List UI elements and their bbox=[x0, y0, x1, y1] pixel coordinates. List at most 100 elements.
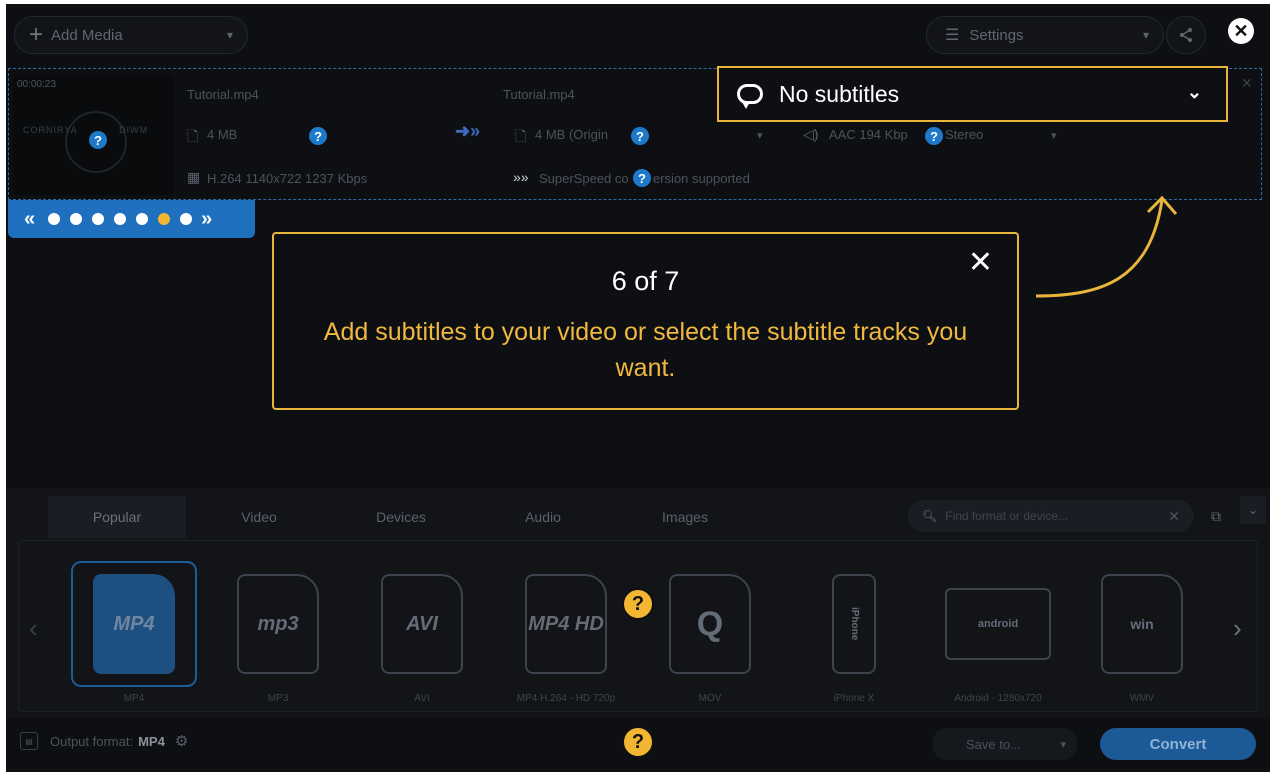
help-icon[interactable]: ? bbox=[622, 588, 654, 620]
chevron-down-icon: ▾ bbox=[1060, 738, 1066, 751]
step-dot[interactable] bbox=[180, 213, 193, 225]
settings-button[interactable]: ☰ Settings ▾ bbox=[926, 16, 1164, 54]
step-dot[interactable] bbox=[114, 213, 127, 225]
format-label-mp4: MP4 bbox=[123, 693, 145, 704]
share-button[interactable] bbox=[1166, 16, 1206, 54]
speech-bubble-icon bbox=[737, 84, 763, 109]
mp4-icon: MP4 bbox=[93, 574, 175, 674]
tour-message: Add subtitles to your video or select th… bbox=[323, 318, 968, 382]
scroll-left-icon[interactable]: ‹ bbox=[29, 613, 38, 644]
format-label-mp3: MP3 bbox=[267, 693, 289, 704]
next-step-icon[interactable]: » bbox=[201, 208, 212, 231]
format-avi[interactable]: AVI bbox=[359, 561, 485, 687]
chevron-down-icon[interactable]: ▾ bbox=[1051, 129, 1057, 142]
duration-label: 00:00:23 bbox=[17, 79, 56, 90]
format-grid: ‹ MP4 MP4 mp3 MP3 AVI AVI MP4 HD MP4 H.2… bbox=[18, 540, 1258, 712]
device-detect-icon[interactable]: ⧉ bbox=[1202, 500, 1230, 532]
pointer-arrow-icon bbox=[1035, 195, 1178, 298]
format-android[interactable]: android bbox=[935, 561, 1061, 687]
format-label-iphone: iPhone X bbox=[833, 693, 875, 704]
save-to-label: Save to... bbox=[966, 736, 1021, 752]
convert-button[interactable]: Convert bbox=[1100, 728, 1256, 760]
close-icon[interactable]: ✕ bbox=[968, 248, 993, 278]
help-icon[interactable]: ? bbox=[309, 127, 327, 145]
subtitles-dropdown[interactable]: No subtitles ⌄ bbox=[717, 66, 1228, 122]
share-icon bbox=[1180, 28, 1192, 42]
help-icon[interactable]: ? bbox=[622, 726, 654, 758]
menu-icon: ☰ bbox=[945, 27, 960, 44]
output-size[interactable]: 4 MB (Origin bbox=[535, 127, 608, 142]
step-dot[interactable] bbox=[92, 213, 105, 225]
format-mp4[interactable]: MP4 bbox=[71, 561, 197, 687]
tab-popular[interactable]: Popular bbox=[48, 496, 186, 538]
file-icon: 🗋 bbox=[187, 128, 199, 144]
format-wmv[interactable]: win bbox=[1079, 561, 1205, 687]
clear-search-icon[interactable]: ✕ bbox=[1168, 508, 1180, 525]
tab-devices[interactable]: Devices bbox=[332, 496, 470, 538]
bottom-bar: ▤ Output format: MP4 ⚙ ? Save to... ▾ Co… bbox=[6, 720, 1270, 772]
mp4-hd-icon: MP4 HD bbox=[525, 574, 607, 674]
step-dot[interactable] bbox=[136, 213, 149, 225]
format-search-input[interactable]: 🔍︎ Find format or device... ✕ bbox=[908, 500, 1194, 532]
video-codec-icon: ▦ bbox=[187, 169, 201, 185]
help-icon[interactable]: ? bbox=[633, 169, 651, 187]
chevron-down-icon: ▾ bbox=[1142, 28, 1149, 42]
tab-audio[interactable]: Audio bbox=[474, 496, 612, 538]
collapse-panel-icon[interactable]: ⌄ bbox=[1240, 496, 1266, 524]
file-icon: 🗋 bbox=[515, 128, 527, 144]
previous-step-icon[interactable]: « bbox=[24, 208, 35, 231]
add-media-label: Add Media bbox=[51, 26, 123, 44]
help-icon[interactable]: ? bbox=[631, 127, 649, 145]
source-codec: H.264 1140x722 1237 Kbps bbox=[207, 171, 368, 186]
iphone-icon: iPhone bbox=[832, 574, 876, 674]
remove-file-icon[interactable]: ✕ bbox=[1241, 75, 1253, 92]
quicktime-icon: Q bbox=[669, 574, 751, 674]
step-dot[interactable] bbox=[70, 213, 83, 225]
format-iphone[interactable]: iPhone bbox=[791, 561, 917, 687]
format-mp4-hd[interactable]: MP4 HD bbox=[503, 561, 629, 687]
app-window: + Add Media ▾ ☰ Settings ▾ ✕ 00:00:23 CO… bbox=[6, 4, 1270, 772]
format-panel: Popular Video Devices Audio Images 🔍︎ Fi… bbox=[6, 488, 1270, 718]
format-label-wmv: WMV bbox=[1129, 693, 1155, 704]
chevron-down-icon[interactable]: ▾ bbox=[757, 129, 763, 142]
audio-codec[interactable]: AAC 194 Kbp bbox=[829, 127, 908, 142]
step-dot[interactable] bbox=[48, 213, 61, 225]
step-dot-active[interactable] bbox=[158, 213, 171, 225]
help-icon[interactable]: ? bbox=[89, 131, 107, 149]
source-size: 4 MB bbox=[207, 127, 238, 142]
tour-step-indicator: « » bbox=[8, 200, 255, 238]
plus-icon: + bbox=[29, 21, 44, 48]
output-format-value: MP4 bbox=[138, 733, 165, 749]
format-label-mov: MOV bbox=[698, 693, 722, 704]
format-label-android: Android - 1280x720 bbox=[954, 693, 1042, 704]
search-placeholder: Find format or device... bbox=[945, 509, 1068, 523]
avi-icon: AVI bbox=[381, 574, 463, 674]
format-label-mp4-hd: MP4 H.264 - HD 720p bbox=[516, 693, 616, 704]
windows-icon: win bbox=[1101, 574, 1183, 674]
tour-step-counter: 6 of 7 bbox=[611, 266, 680, 296]
scroll-right-icon[interactable]: › bbox=[1233, 613, 1242, 644]
format-mov[interactable]: Q bbox=[647, 561, 773, 687]
output-format-label: Output format: bbox=[50, 733, 134, 749]
tab-video[interactable]: Video bbox=[190, 496, 328, 538]
video-thumbnail[interactable]: 00:00:23 CORNIRYA DIWM ? bbox=[13, 75, 173, 195]
superspeed-text-b: ersion supported bbox=[653, 171, 750, 186]
output-format: ▤ Output format: MP4 ⚙ bbox=[20, 732, 188, 750]
save-to-button[interactable]: Save to... ▾ bbox=[932, 728, 1078, 760]
format-label-avi: AVI bbox=[414, 693, 430, 704]
add-media-button[interactable]: + Add Media ▾ bbox=[14, 16, 248, 54]
thumbnail-logo: CORNIRYA DIWM bbox=[23, 125, 149, 135]
gear-icon[interactable]: ⚙ bbox=[175, 732, 188, 750]
source-filename: Tutorial.mp4 bbox=[187, 87, 259, 102]
settings-label: Settings bbox=[969, 26, 1024, 44]
audio-channels[interactable]: Stereo bbox=[945, 127, 983, 142]
format-icon: ▤ bbox=[20, 732, 38, 750]
top-bar: + Add Media ▾ ☰ Settings ▾ ✕ bbox=[6, 4, 1270, 66]
audio-icon: ◁) bbox=[803, 126, 819, 142]
tab-images[interactable]: Images bbox=[616, 496, 754, 538]
close-tour-icon[interactable]: ✕ bbox=[1228, 18, 1254, 44]
output-filename[interactable]: Tutorial.mp4 bbox=[503, 87, 575, 102]
help-icon[interactable]: ? bbox=[925, 127, 943, 145]
format-mp3[interactable]: mp3 bbox=[215, 561, 341, 687]
tour-tooltip: 6 of 7 Add subtitles to your video or se… bbox=[272, 232, 1019, 410]
